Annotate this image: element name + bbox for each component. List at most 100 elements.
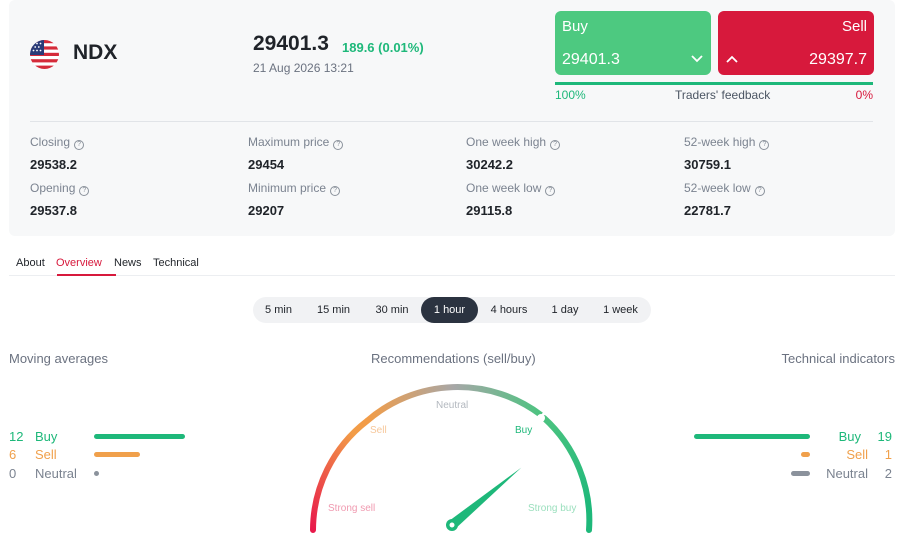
ti-sell-row: Sell 1 [690,447,895,463]
ma-neutral-label: Neutral [35,466,77,481]
feedback-label: Traders' feedback [675,88,771,102]
ti-neutral-label: Neutral [826,466,868,481]
timeframe-1-hour[interactable]: 1 hour [421,297,478,323]
ma-neutral-count: 0 [9,466,17,481]
ma-buy-count: 12 [9,429,24,444]
gauge-label-neutral: Neutral [436,400,468,411]
timeframe-15-min[interactable]: 15 min [304,297,363,323]
recommendations-title: Recommendations (sell/buy) [371,351,536,366]
stat-value: 22781.7 [684,203,731,218]
ti-neutral-bar [791,471,810,476]
feedback-sell-percent: 0% [855,88,873,102]
ma-buy-label: Buy [35,429,58,444]
stat-52-week-low: 52-week low? 22781.7 [684,181,765,218]
gauge-label-strong-buy: Strong buy [528,503,576,514]
price-change: 189.6 (0.01%) [342,40,424,55]
stat-label: Opening [30,181,76,195]
recommendation-gauge: Strong sell Sell Neutral Buy Strong buy [310,384,593,533]
quote-timestamp: 21 Aug 2026 13:21 [253,61,354,75]
info-icon[interactable]: ? [333,140,344,150]
stat-one-week-high: One week high? 30242.2 [466,135,561,172]
ma-neutral-bar [94,471,99,476]
gauge-label-sell: Sell [370,425,387,436]
ma-sell-row: 6 Sell [9,447,209,463]
stat-label: One week low [466,181,542,195]
stat-label: Maximum price [248,135,330,149]
timeframe-1-week[interactable]: 1 week [590,297,651,323]
ma-buy-row: 12 Buy [9,429,209,445]
ma-sell-label: Sell [35,447,57,462]
tab-about[interactable]: About [16,257,45,269]
tab-news[interactable]: News [114,257,142,269]
active-tab-indicator [57,274,116,276]
timeframe-4-hours[interactable]: 4 hours [478,297,540,323]
stat-52-week-high: 52-week high? 30759.1 [684,135,770,172]
info-icon[interactable]: ? [759,140,770,150]
timeframe-30-min[interactable]: 30 min [363,297,421,323]
gauge-divider-dot [537,414,545,422]
buy-button[interactable]: Buy 29401.3 [555,11,711,75]
ti-sell-label: Sell [846,447,868,462]
timeframe-selector: 5 min 15 min 30 min 1 hour 4 hours 1 day… [253,297,651,323]
stat-label: 52-week low [684,181,751,195]
instrument-symbol: NDX [73,41,118,64]
info-icon[interactable]: ? [330,186,341,196]
gauge-label-buy: Buy [515,425,532,436]
buy-price: 29401.3 [562,51,620,68]
sell-button-label: Sell [841,18,867,35]
us-flag-icon [30,40,59,69]
buy-button-label: Buy [562,18,588,35]
traders-feedback-fill [555,82,873,85]
ti-buy-label: Buy [838,429,861,444]
stat-label: 52-week high [684,135,756,149]
feedback-buy-percent: 100% [555,88,586,102]
sell-price: 29397.7 [809,51,867,68]
current-price: 29401.3 [253,32,329,55]
timeframe-5-min[interactable]: 5 min [253,297,304,323]
stat-label: Minimum price [248,181,327,195]
traders-feedback-bar [555,82,873,85]
gauge-label-strong-sell: Strong sell [328,503,375,514]
ti-neutral-row: Neutral 2 [690,466,895,482]
stat-value: 29115.8 [466,203,513,218]
timeframe-1-day[interactable]: 1 day [540,297,590,323]
chevron-down-icon [691,55,703,63]
stat-maximum-price: Maximum price? 29454 [248,135,344,172]
section-tabs: About Overview News Technical [9,252,895,276]
info-icon[interactable]: ? [79,186,90,196]
info-icon[interactable]: ? [550,140,561,150]
stat-one-week-low: One week low? 29115.8 [466,181,556,218]
stat-label: Closing [30,135,71,149]
stat-value: 29537.8 [30,203,77,218]
gauge-needle-hub-center [449,522,455,528]
info-icon[interactable]: ? [545,186,556,196]
info-icon[interactable]: ? [754,186,765,196]
ti-buy-row: Buy 19 [690,429,895,445]
technical-indicators-title: Technical indicators [781,351,895,366]
tab-overview[interactable]: Overview [56,257,102,269]
stat-closing: Closing? 29538.2 [30,135,85,172]
card-divider [30,121,873,122]
ti-buy-count: 19 [877,429,892,444]
sell-button[interactable]: Sell 29397.7 [718,11,874,75]
stat-value: 29538.2 [30,157,77,172]
ma-sell-bar [94,452,140,457]
ti-buy-bar [694,434,810,439]
stat-value: 29207 [248,203,285,218]
stat-opening: Opening? 29537.8 [30,181,90,218]
ma-sell-count: 6 [9,447,17,462]
stat-label: One week high [466,135,547,149]
moving-averages-title: Moving averages [9,351,108,366]
tab-technical[interactable]: Technical [153,257,199,269]
ti-sell-count: 1 [884,447,892,462]
ti-sell-bar [800,452,810,457]
ma-buy-bar [94,434,185,439]
ti-neutral-count: 2 [884,466,892,481]
stat-value: 30242.2 [466,157,513,172]
chevron-up-icon [726,55,738,63]
info-icon[interactable]: ? [74,140,85,150]
stat-minimum-price: Minimum price? 29207 [248,181,341,218]
gauge-needle [448,467,522,529]
stat-value: 30759.1 [684,157,731,172]
ma-neutral-row: 0 Neutral [9,466,209,482]
